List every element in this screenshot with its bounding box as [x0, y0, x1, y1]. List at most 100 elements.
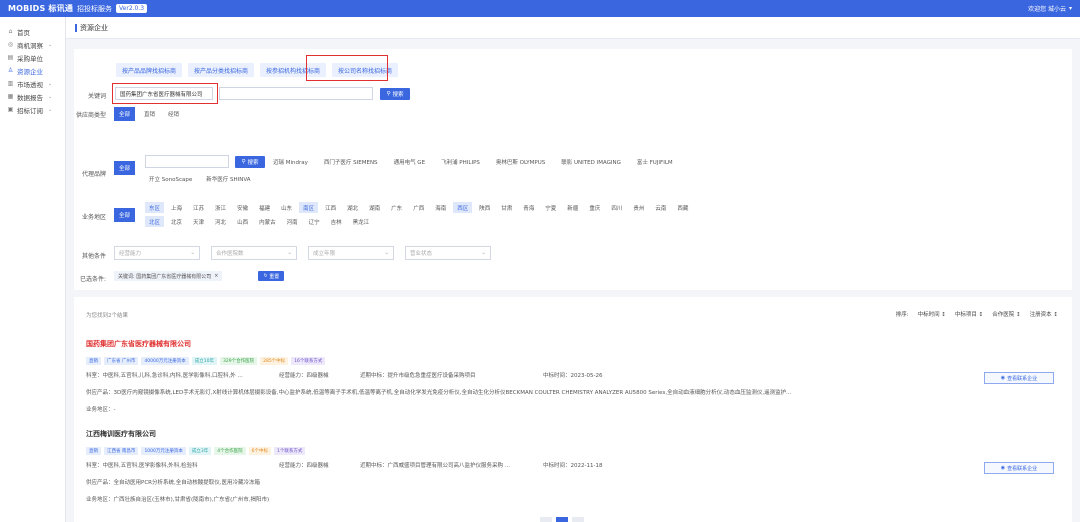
region-option[interactable]: 北京	[167, 216, 186, 227]
sidebar-item-label: 招标订阅	[17, 106, 43, 115]
info-line-primary: 科室：中医科,五官科,儿科,急诊科,内科,医学影像科,口腔科,外 ... 经营能力…	[86, 371, 1062, 379]
selected-condition-tag[interactable]: 关键词: 国药集团广东省医疗器械有限公司 ×	[114, 271, 223, 281]
search-tab-1[interactable]: 按产品分类找招标商	[188, 63, 255, 77]
pagination-next-button[interactable]	[572, 517, 584, 522]
brand-option[interactable]: 联影 UNITED IMAGING	[557, 156, 625, 167]
company-tag: 40000万元注册资本	[141, 357, 189, 365]
brand-option[interactable]: 迈瑞 Mindray	[269, 156, 312, 167]
company-name[interactable]: 江西梅训医疗有限公司	[86, 429, 1062, 439]
sidebar-item-5[interactable]: ▦ 数据报告 ⌄	[0, 90, 65, 103]
sort-option[interactable]: 中标项目 ↕	[955, 310, 983, 318]
pagination-page-1[interactable]	[556, 517, 568, 522]
sidebar-item-1[interactable]: ◎ 商机洞察 ⌄	[0, 38, 65, 51]
region-option[interactable]: 北区	[145, 216, 165, 227]
result-card: 国药集团广东省医疗器械有限公司 直销 广东省 广州市 40000万元注册资本 成立10年…	[86, 339, 1062, 413]
region-option[interactable]: 湖南	[365, 202, 384, 213]
brand-search-input[interactable]	[145, 155, 229, 168]
sidebar-item-label: 资源企业	[17, 67, 43, 76]
brand-option[interactable]: 奥林巴斯 OLYMPUS	[492, 156, 549, 167]
view-company-label: 查看联系企业	[1007, 375, 1038, 382]
company-name[interactable]: 国药集团广东省医疗器械有限公司	[86, 339, 1062, 349]
region-option[interactable]: 湖北	[343, 202, 362, 213]
sidebar-item-3[interactable]: ♙ 资源企业	[0, 64, 65, 77]
company-type-option[interactable]: 直销	[140, 109, 159, 120]
region-option[interactable]: 江西	[321, 202, 340, 213]
region-option[interactable]: 广西	[409, 202, 428, 213]
region-option[interactable]: 河南	[283, 216, 302, 227]
sidebar-item-0[interactable]: ⌂ 首页	[0, 25, 65, 38]
region-option[interactable]: 山东	[277, 202, 296, 213]
region-option[interactable]: 内蒙古	[255, 216, 280, 227]
company-type-option[interactable]: 经销	[164, 109, 183, 120]
sidebar-item-4[interactable]: ▥ 市场透视 ⌄	[0, 77, 65, 90]
brand-option[interactable]: 新华医疗 SHINVA	[202, 173, 254, 184]
sort-option[interactable]: 合作医院 ↕	[992, 310, 1020, 318]
result-count: 为您找到2个结果	[86, 313, 128, 319]
sidebar-item-label: 商机洞察	[17, 41, 43, 50]
brand-option[interactable]: 飞利浦 PHILIPS	[437, 156, 484, 167]
region-option[interactable]: 甘肃	[497, 202, 516, 213]
brand-subtitle: 招投标服务	[77, 4, 113, 13]
other-condition-select[interactable]: 营业状态 ⌄	[405, 246, 491, 260]
region-option[interactable]: 江苏	[189, 202, 208, 213]
region-option[interactable]: 东区	[145, 202, 165, 213]
brand-option[interactable]: 西门子医疗 SIEMENS	[320, 156, 382, 167]
brand-search-button[interactable]: ⚲ 搜索	[235, 155, 265, 168]
region-option[interactable]: 云南	[651, 202, 670, 213]
brand-option[interactable]: 富士 FUJIFILM	[633, 156, 677, 167]
pagination-prev-button[interactable]	[540, 517, 552, 522]
reset-button[interactable]: ↻ 重置	[258, 271, 285, 281]
info-dept: 科室：中医科,五官科,儿科,急诊科,内科,医学影像科,口腔科,外 ...	[86, 373, 243, 379]
close-icon[interactable]: ×	[214, 273, 218, 279]
brand-logo[interactable]: MOBIDS 标讯通	[8, 3, 73, 14]
search-button[interactable]: ⚲ 搜索	[380, 87, 410, 100]
brand-all-button[interactable]: 全部	[114, 161, 136, 175]
region-option[interactable]: 吉林	[327, 216, 346, 227]
sidebar: ⌂ 首页 ◎ 商机洞察 ⌄ ▤ 采购单位 ♙ 资源企业 ▥ 市场透视 ⌄ ▦ 数据报告 ⌄ ▣ 招标订阅 ⌄	[0, 17, 66, 522]
info-ability: 经营能力：四级器械	[279, 373, 329, 379]
region-option[interactable]: 四川	[607, 202, 626, 213]
company-tag: 16个联系方式	[291, 357, 326, 365]
region-option[interactable]: 上海	[167, 202, 186, 213]
region-option[interactable]: 辽宁	[305, 216, 324, 227]
sidebar-item-6[interactable]: ▣ 招标订阅 ⌄	[0, 103, 65, 116]
sort-bar: 排序: 中标时间 ↕ 中标项目 ↕ 合作医院 ↕ 注册资本 ↕	[896, 310, 1058, 318]
region-all-button[interactable]: 全部	[114, 208, 136, 222]
brand-option[interactable]: 通用电气 GE	[390, 156, 430, 167]
region-option[interactable]: 西区	[453, 202, 473, 213]
region-option[interactable]: 青海	[519, 202, 538, 213]
region-option[interactable]: 西藏	[673, 202, 692, 213]
region-option[interactable]: 海南	[431, 202, 450, 213]
region-option[interactable]: 天津	[189, 216, 208, 227]
sort-option[interactable]: 注册资本 ↕	[1030, 310, 1058, 318]
region-option[interactable]: 重庆	[585, 202, 604, 213]
company-type-option[interactable]: 全部	[114, 107, 136, 121]
sort-option[interactable]: 中标时间 ↕	[918, 310, 946, 318]
region-option[interactable]: 浙江	[211, 202, 230, 213]
region-option[interactable]: 新疆	[563, 202, 582, 213]
region-option[interactable]: 安徽	[233, 202, 252, 213]
region-option[interactable]: 陕西	[475, 202, 494, 213]
other-condition-select[interactable]: 合作医院数 ⌄	[211, 246, 297, 260]
other-condition-select[interactable]: 经营能力 ⌄	[114, 246, 200, 260]
company-tag: 285个中标	[260, 357, 289, 365]
chevron-down-icon: ⌄	[48, 41, 53, 48]
view-company-button[interactable]: ◉ 查看联系企业	[984, 462, 1054, 474]
region-option[interactable]: 福建	[255, 202, 274, 213]
brand-option[interactable]: 开立 SonoScape	[145, 173, 196, 184]
region-option[interactable]: 河北	[211, 216, 230, 227]
keyword-input-extra[interactable]	[219, 87, 373, 100]
region-option[interactable]: 南区	[299, 202, 319, 213]
main-content: 资源企业 按产品品牌找招标商 按产品分类找招标商 按参招机构找招标商 按公司名称找招标…	[66, 17, 1080, 522]
chevron-down-icon: ▾	[1068, 5, 1072, 12]
region-option[interactable]: 山西	[233, 216, 252, 227]
user-menu[interactable]: 欢迎您 城小云 ▾	[1028, 4, 1072, 13]
region-option[interactable]: 广东	[387, 202, 406, 213]
view-company-button[interactable]: ◉ 查看联系企业	[984, 372, 1054, 384]
search-tab-0[interactable]: 按产品品牌找招标商	[116, 63, 183, 77]
sidebar-item-2[interactable]: ▤ 采购单位	[0, 51, 65, 64]
other-condition-select[interactable]: 成立年限 ⌄	[308, 246, 394, 260]
region-option[interactable]: 贵州	[629, 202, 648, 213]
region-option[interactable]: 黑龙江	[349, 216, 374, 227]
region-option[interactable]: 宁夏	[541, 202, 560, 213]
